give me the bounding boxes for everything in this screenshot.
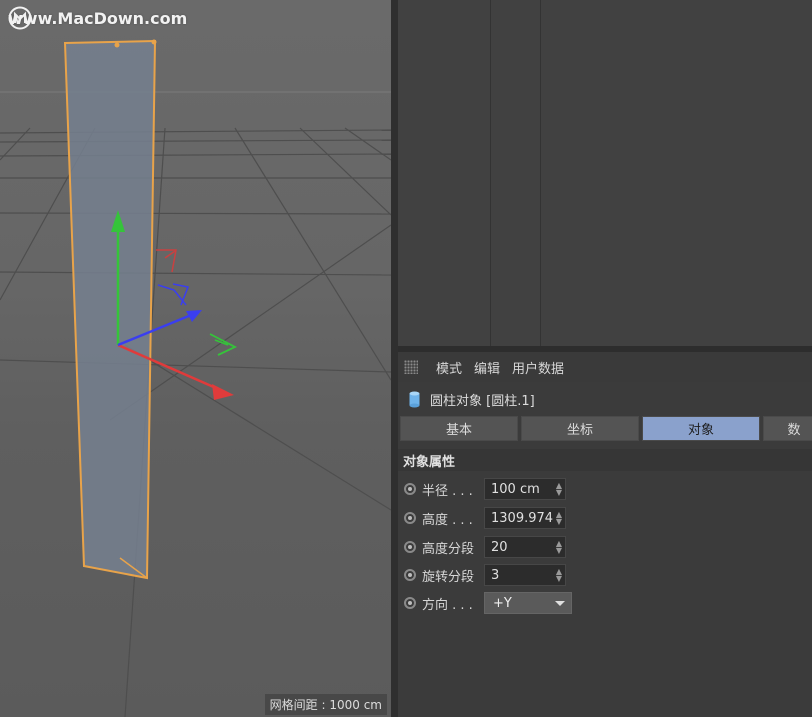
height-segments-stepper[interactable]: 20 ▲ ▼ <box>484 536 566 558</box>
animate-radio-icon[interactable] <box>404 597 416 609</box>
grid-spacing-readout: 网格间距 : 1000 cm <box>264 694 387 715</box>
param-row-height-segments: 高度分段 20 ▲ ▼ <box>398 534 566 560</box>
grip-handle-icon[interactable] <box>404 360 418 374</box>
section-title: 对象属性 <box>398 449 812 471</box>
animate-radio-icon[interactable] <box>404 512 416 524</box>
attribute-menubar: 模式 编辑 用户数据 <box>398 352 812 382</box>
tab-data[interactable]: 数 <box>763 416 812 441</box>
spin-arrows-icon[interactable]: ▲ ▼ <box>556 540 562 555</box>
menu-user-data[interactable]: 用户数据 <box>512 358 564 377</box>
watermark: www.MacDown.com <box>8 6 187 30</box>
tab-object[interactable]: 对象 <box>642 416 760 441</box>
radius-stepper[interactable]: 100 cm ▲ ▼ <box>484 478 566 500</box>
animate-radio-icon[interactable] <box>404 483 416 495</box>
object-header: 圆柱对象 [圆柱.1] <box>398 385 812 413</box>
param-label: 方向 . . . <box>422 597 473 613</box>
param-value: 100 cm <box>491 481 540 497</box>
tab-basic[interactable]: 基本 <box>400 416 518 441</box>
orientation-dropdown[interactable]: +Y <box>484 592 572 614</box>
spin-arrows-icon[interactable]: ▲ ▼ <box>556 482 562 497</box>
object-title: 圆柱对象 [圆柱.1] <box>430 393 535 409</box>
param-row-height: 高度 . . . 1309.974 ▲ ▼ <box>398 505 566 531</box>
animate-radio-icon[interactable] <box>404 569 416 581</box>
param-label: 高度分段 <box>422 541 475 557</box>
viewport-scene <box>0 39 391 717</box>
height-stepper[interactable]: 1309.974 ▲ ▼ <box>484 507 566 529</box>
watermark-text: www.MacDown.com <box>8 8 188 28</box>
param-label: 高度 . . . <box>422 512 473 528</box>
param-label: 半径 . . . <box>422 483 473 499</box>
chevron-down-icon <box>555 601 565 606</box>
param-value: +Y <box>493 595 512 611</box>
param-value: 1309.974 <box>491 510 554 526</box>
param-row-radius: 半径 . . . 100 cm ▲ ▼ <box>398 476 566 502</box>
param-label: 旋转分段 <box>422 569 475 585</box>
param-row-rotation-segments: 旋转分段 3 ▲ ▼ <box>398 562 566 588</box>
menu-mode[interactable]: 模式 <box>436 358 462 377</box>
panel-divider[interactable] <box>391 0 398 717</box>
attribute-manager-panel: 模式 编辑 用户数据 圆柱对象 [圆柱.1] 基本 坐标 对象 数 对象属性 半… <box>398 352 812 717</box>
column-separator <box>540 0 541 346</box>
param-value: 20 <box>491 539 508 555</box>
column-separator <box>490 0 491 346</box>
spin-arrows-icon[interactable]: ▲ ▼ <box>556 568 562 583</box>
macdown-logo-icon <box>8 6 32 30</box>
cylinder-icon <box>409 391 420 407</box>
param-value: 3 <box>491 567 500 583</box>
object-manager-panel[interactable] <box>398 0 812 346</box>
attribute-tabs: 基本 坐标 对象 数 <box>400 416 812 441</box>
tab-coord[interactable]: 坐标 <box>521 416 639 441</box>
rotation-segments-stepper[interactable]: 3 ▲ ▼ <box>484 564 566 586</box>
animate-radio-icon[interactable] <box>404 541 416 553</box>
param-row-orientation: 方向 . . . +Y <box>398 590 572 616</box>
3d-viewport[interactable]: www.MacDown.com 网格间距 : 1000 cm <box>0 0 391 717</box>
menu-edit[interactable]: 编辑 <box>474 358 500 377</box>
spin-arrows-icon[interactable]: ▲ ▼ <box>556 511 562 526</box>
